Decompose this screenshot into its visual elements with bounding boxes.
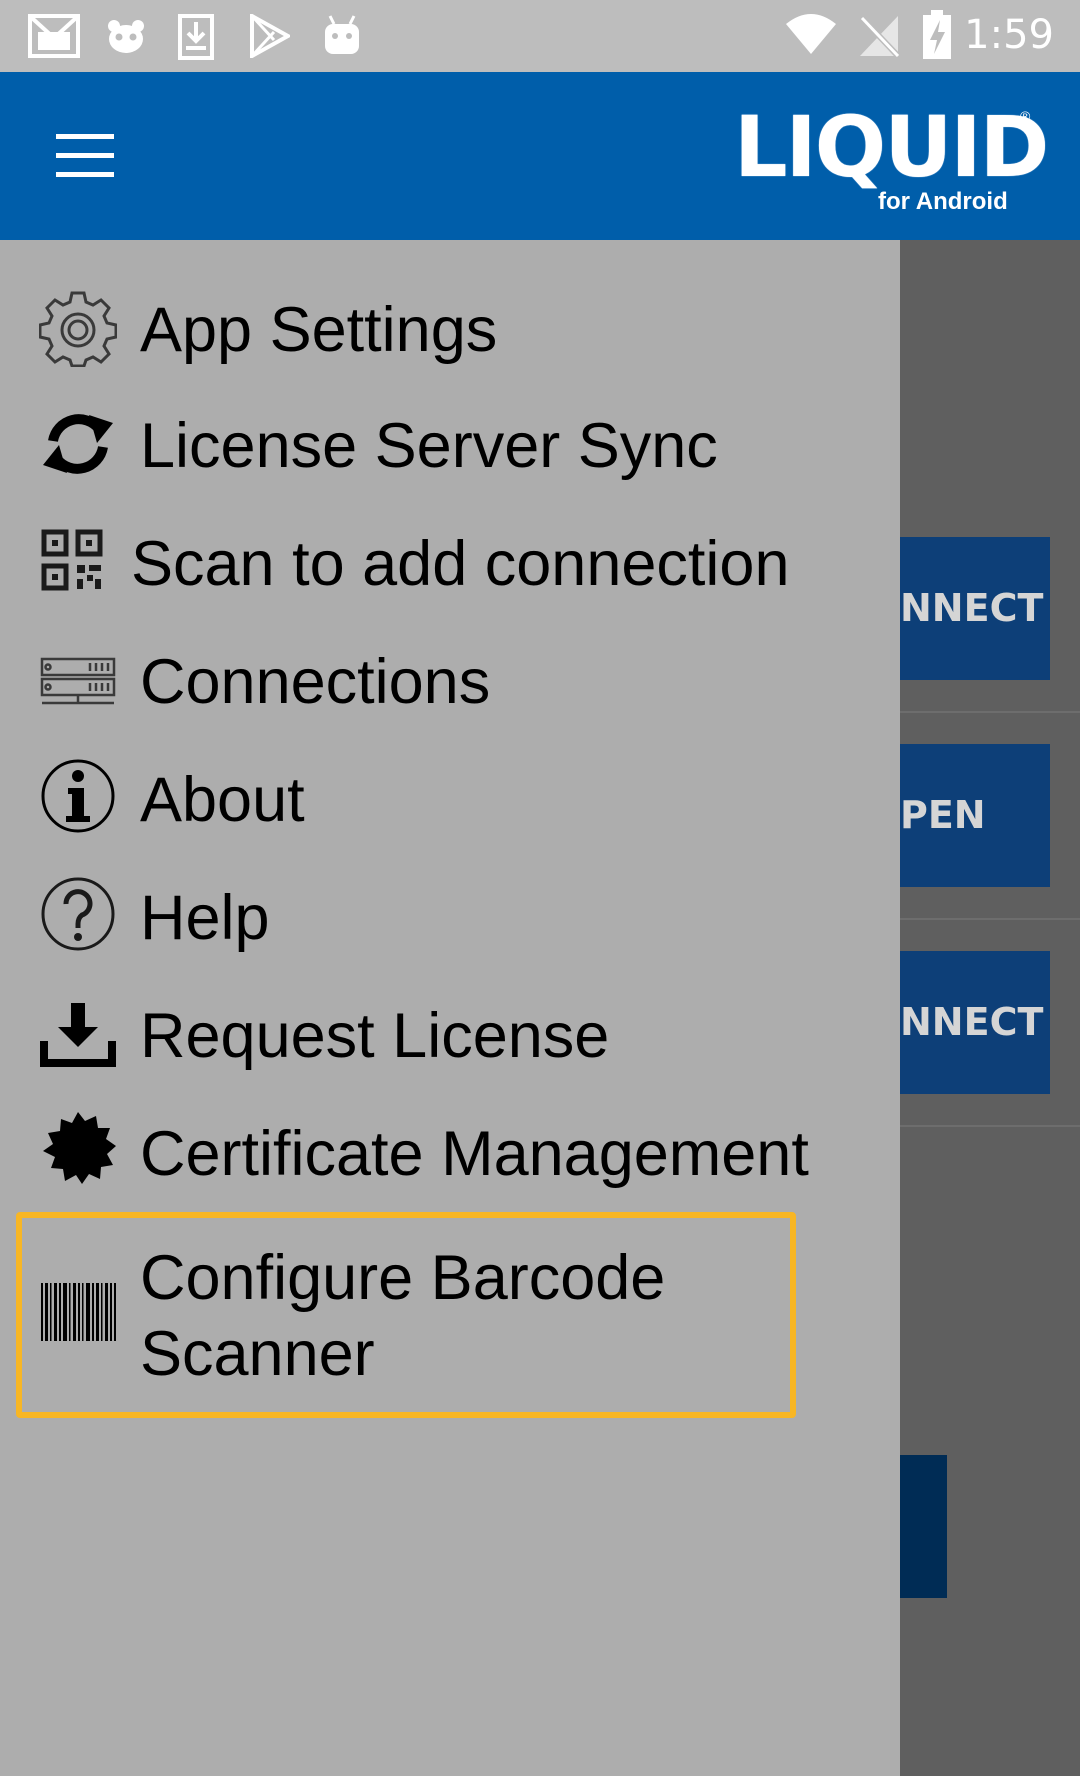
server-icon	[38, 642, 118, 722]
certificate-seal-icon	[38, 1110, 118, 1190]
menu-item-label: Help	[140, 883, 270, 953]
gmail-icon	[28, 14, 80, 58]
menu-item-license-server-sync[interactable]: License Server Sync	[0, 390, 900, 508]
status-bar: 1:59	[0, 0, 1080, 72]
connect-button-label: NNECT	[900, 586, 1044, 630]
help-icon	[38, 874, 118, 954]
no-signal-icon	[859, 15, 900, 58]
gear-icon	[38, 288, 118, 368]
sync-icon	[38, 404, 118, 484]
open-button[interactable]: PEN	[900, 744, 1050, 887]
menu-item-request-license[interactable]: Request License	[0, 980, 900, 1098]
menu-item-label: Scan to add connection	[131, 529, 790, 599]
connect-button-2[interactable]: NNECT	[900, 951, 1050, 1094]
menu-item-certificate-management[interactable]: Certificate Management	[0, 1098, 900, 1216]
list-divider	[900, 1125, 1080, 1127]
menu-item-label: Request License	[140, 1001, 610, 1071]
download-icon	[178, 14, 214, 60]
download-tray-icon	[38, 994, 118, 1074]
menu-item-about[interactable]: About	[0, 744, 900, 862]
list-divider	[900, 711, 1080, 713]
logo-text: LIQUID	[734, 98, 1049, 196]
wifi-icon	[786, 14, 836, 54]
menu-item-help[interactable]: Help	[0, 862, 900, 980]
open-button-label: PEN	[900, 793, 986, 837]
app-bar: LIQUID ® for Android	[0, 72, 1080, 240]
menu-item-label: Certificate Management	[140, 1119, 809, 1189]
connect-button-label: NNECT	[900, 1000, 1044, 1044]
logo-subtitle: for Android	[878, 188, 1008, 215]
hamburger-icon[interactable]	[56, 134, 114, 178]
menu-item-label: App Settings	[140, 295, 498, 365]
list-divider	[900, 918, 1080, 920]
fab-button[interactable]	[900, 1455, 947, 1598]
menu-item-connections[interactable]: Connections	[0, 626, 900, 744]
android-icon	[325, 15, 359, 54]
connect-button-1[interactable]: NNECT	[900, 537, 1050, 680]
menu-item-app-settings[interactable]: App Settings	[0, 272, 900, 390]
menu-item-label: License Server Sync	[140, 411, 718, 481]
menu-item-label: Connections	[140, 647, 491, 717]
battery-charging-icon	[923, 10, 951, 59]
highlight-box	[16, 1212, 796, 1418]
qr-code-icon	[40, 520, 104, 600]
menu-item-scan-to-add-connection[interactable]: Scan to add connection	[0, 508, 900, 626]
play-store-icon	[250, 14, 290, 58]
logo-registered-mark: ®	[1020, 108, 1031, 124]
info-icon	[38, 756, 118, 836]
clock: 1:59	[964, 12, 1054, 58]
menu-item-label: About	[140, 765, 305, 835]
liquid-logo: LIQUID ® for Android	[734, 102, 1049, 215]
navigation-drawer: App Settings License Server Sync Scan to…	[0, 240, 900, 1776]
panda-icon	[108, 20, 144, 53]
